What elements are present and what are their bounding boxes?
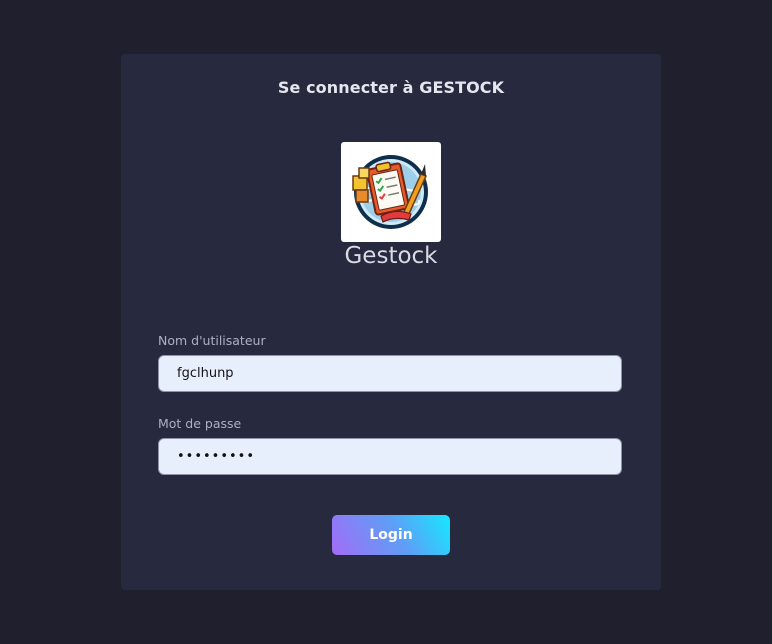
login-button[interactable]: Login	[332, 515, 450, 555]
username-label: Nom d'utilisateur	[158, 333, 266, 348]
username-field[interactable]	[158, 355, 622, 392]
app-name: Gestock	[344, 243, 438, 269]
login-title: Se connecter à GESTOCK	[277, 78, 505, 97]
login-card: Se connecter à GESTOCK Gestock Nom d'uti…	[121, 54, 661, 590]
password-label: Mot de passe	[158, 416, 242, 431]
clipboard-checklist-icon	[352, 155, 428, 229]
app-logo	[341, 142, 441, 242]
password-field[interactable]	[158, 438, 622, 475]
